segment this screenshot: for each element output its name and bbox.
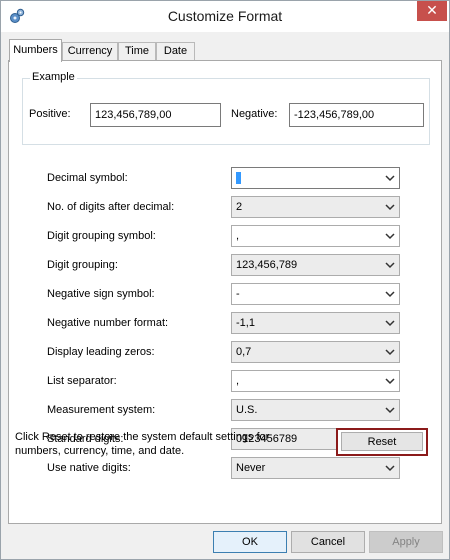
negative-number-format-label: Negative number format: (47, 317, 169, 329)
list-separator-combo[interactable]: , (231, 370, 400, 392)
negative-number-format-combo[interactable]: -1,1 (231, 312, 400, 334)
reset-button-label: Reset (341, 432, 423, 451)
chevron-down-icon (385, 465, 395, 472)
close-button[interactable]: ✕ (417, 1, 447, 21)
chevron-down-icon (385, 291, 395, 298)
decimal-symbol-label: Decimal symbol: (47, 172, 128, 184)
negative-sign-symbol-label: Negative sign symbol: (47, 288, 155, 300)
tab-time[interactable]: Time (118, 42, 156, 61)
title-bar[interactable]: Customize Format ✕ (1, 1, 449, 32)
reset-description: Click Reset to restore the system defaul… (15, 431, 270, 457)
tab-currency[interactable]: Currency (62, 42, 118, 61)
chevron-down-icon (385, 204, 395, 211)
decimal-symbol-combo[interactable] (231, 167, 400, 189)
cancel-button[interactable]: Cancel (291, 531, 365, 553)
display-leading-zeros-label: Display leading zeros: (47, 346, 155, 358)
positive-label: Positive: (29, 108, 71, 120)
example-group-label: Example (30, 71, 77, 83)
chevron-down-icon (385, 175, 395, 182)
digit-grouping-symbol-label: Digit grouping symbol: (47, 230, 156, 242)
combo-value: 0,7 (236, 346, 252, 358)
chevron-down-icon (385, 233, 395, 240)
combo-value: - (236, 288, 240, 300)
digit-grouping-symbol-combo[interactable]: , (231, 225, 400, 247)
window-title: Customize Format (167, 8, 283, 24)
example-group: Example Positive: 123,456,789,00 Negativ… (22, 71, 430, 145)
chevron-down-icon (385, 349, 395, 356)
digit-grouping-label: Digit grouping: (47, 259, 118, 271)
customize-format-dialog: Customize Format ✕ Numbers Currency Time… (0, 0, 450, 560)
chevron-down-icon (385, 262, 395, 269)
chevron-down-icon (385, 407, 395, 414)
ok-button[interactable]: OK (213, 531, 287, 553)
combo-value: 123,456,789 (236, 259, 298, 271)
chevron-down-icon (385, 320, 395, 327)
combo-value: , (236, 230, 240, 242)
negative-example-field[interactable]: -123,456,789,00 (289, 103, 424, 127)
apply-button[interactable]: Apply (369, 531, 443, 553)
positive-example-field[interactable]: 123,456,789,00 (90, 103, 221, 127)
display-leading-zeros-combo[interactable]: 0,7 (231, 341, 400, 363)
list-separator-label: List separator: (47, 375, 117, 387)
measurement-system-combo[interactable]: U.S. (231, 399, 400, 421)
use-native-digits-label: Use native digits: (47, 462, 131, 474)
combo-value (236, 172, 241, 184)
combo-value: U.S. (236, 404, 258, 416)
combo-value: 2 (236, 201, 243, 213)
use-native-digits-combo[interactable]: Never (231, 457, 400, 479)
combo-value: , (236, 375, 240, 387)
negative-label: Negative: (231, 108, 278, 120)
reset-button[interactable]: Reset (336, 428, 428, 456)
digit-grouping-combo[interactable]: 123,456,789 (231, 254, 400, 276)
negative-sign-symbol-combo[interactable]: - (231, 283, 400, 305)
digits-after-decimal-label: No. of digits after decimal: (47, 201, 175, 213)
measurement-system-label: Measurement system: (47, 404, 156, 416)
tab-date[interactable]: Date (156, 42, 195, 61)
combo-value: Never (236, 462, 266, 474)
chevron-down-icon (385, 378, 395, 385)
digits-after-decimal-combo[interactable]: 2 (231, 196, 400, 218)
combo-value: -1,1 (236, 317, 255, 329)
tab-numbers[interactable]: Numbers (9, 39, 62, 62)
